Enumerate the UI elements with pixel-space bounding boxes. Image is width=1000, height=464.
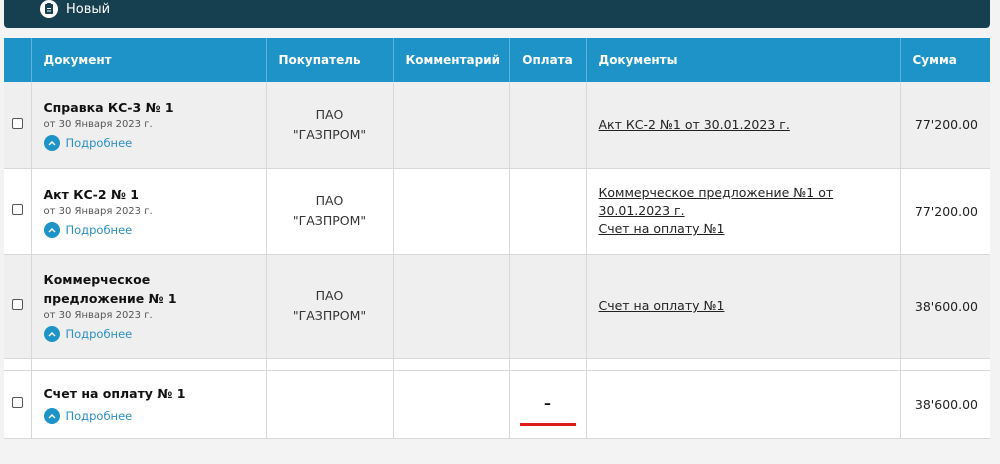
related-docs-cell: Акт КС-2 №1 от 30.01.2023 г. <box>586 82 901 169</box>
row-spacer <box>4 358 990 371</box>
document-cell: Акт КС-2 № 1 от 30 Января 2023 г. Подроб… <box>31 168 267 255</box>
buyer-line-1: ПАО <box>315 288 344 303</box>
document-title[interactable]: Счет на оплату № 1 <box>44 384 254 403</box>
header-buyer[interactable]: Покупатель <box>266 38 394 82</box>
related-docs-cell: Коммерческое предложение №1 от 30.01.202… <box>586 168 901 255</box>
sum-cell: 77'200.00 <box>900 168 990 255</box>
chevron-up-icon <box>43 135 60 152</box>
buyer-cell: ПАО "ГАЗПРОМ" <box>266 254 394 359</box>
payment-status: – <box>544 396 551 412</box>
row-checkbox[interactable] <box>11 117 23 129</box>
document-date: от 30 Января 2023 г. <box>43 310 153 321</box>
header-document[interactable]: Документ <box>31 38 267 82</box>
sum-cell: 77'200.00 <box>900 82 990 169</box>
document-date: от 30 Января 2023 г. <box>43 119 153 131</box>
header-documents[interactable]: Документы <box>586 38 901 82</box>
document-cell: Счет на оплату № 1 Подробнее <box>31 370 267 439</box>
payment-cell: – <box>509 370 587 439</box>
top-toolbar: Новый <box>4 0 990 28</box>
row-checkbox[interactable] <box>11 204 23 215</box>
details-toggle[interactable]: Подробнее <box>43 135 254 152</box>
comment-cell <box>393 82 510 169</box>
buyer-line-1: ПАО <box>315 193 344 208</box>
related-doc-link[interactable]: Счет на оплату №1 <box>599 220 888 238</box>
buyer-cell: ПАО "ГАЗПРОМ" <box>266 168 394 255</box>
table-row: Акт КС-2 № 1 от 30 Января 2023 г. Подроб… <box>4 168 990 255</box>
details-toggle[interactable]: Подробнее <box>43 326 254 342</box>
document-title[interactable]: Акт КС-2 № 1 <box>44 185 254 204</box>
document-title[interactable]: Справка КС-3 № 1 <box>44 98 254 117</box>
comment-cell <box>393 168 510 255</box>
details-label: Подробнее <box>65 327 133 341</box>
table-header-row: Документ Покупатель Комментарий Оплата Д… <box>4 38 990 82</box>
details-label: Подробнее <box>65 222 133 237</box>
highlight-underline <box>519 422 576 426</box>
payment-cell <box>509 82 587 169</box>
row-checkbox[interactable] <box>11 397 23 408</box>
buyer-line-2: "ГАЗПРОМ" <box>292 308 367 323</box>
payment-cell <box>509 254 587 359</box>
details-toggle[interactable]: Подробнее <box>43 221 254 238</box>
buyer-line-2: "ГАЗПРОМ" <box>292 213 367 228</box>
comment-cell <box>393 370 510 439</box>
document-cell: Коммерческое предложение № 1 от 30 Январ… <box>31 254 267 359</box>
buyer-line-2: "ГАЗПРОМ" <box>292 126 367 142</box>
sum-cell: 38'600.00 <box>900 370 990 439</box>
chevron-up-icon <box>43 326 60 342</box>
related-doc-link[interactable]: Коммерческое предложение №1 от 30.01.202… <box>599 184 888 220</box>
table-row: Справка КС-3 № 1 от 30 Января 2023 г. По… <box>4 82 990 169</box>
table-row: Счет на оплату № 1 Подробнее – 38'600.00 <box>4 370 990 439</box>
sum-cell: 38'600.00 <box>900 254 990 359</box>
details-label: Подробнее <box>65 409 133 423</box>
buyer-cell: ПАО "ГАЗПРОМ" <box>266 82 394 169</box>
comment-cell <box>393 254 510 359</box>
header-sum[interactable]: Сумма <box>900 38 990 82</box>
chevron-up-icon <box>43 221 60 238</box>
document-cell: Справка КС-3 № 1 от 30 Января 2023 г. По… <box>31 82 267 169</box>
table-row: Коммерческое предложение № 1 от 30 Январ… <box>4 254 990 359</box>
details-toggle[interactable]: Подробнее <box>43 408 254 424</box>
header-select <box>4 38 32 82</box>
row-checkbox[interactable] <box>11 299 23 310</box>
new-document-button[interactable]: Новый <box>40 0 110 20</box>
related-doc-link[interactable]: Акт КС-2 №1 от 30.01.2023 г. <box>599 116 888 134</box>
related-docs-cell: Счет на оплату №1 <box>586 254 901 359</box>
related-doc-link[interactable]: Счет на оплату №1 <box>599 297 888 315</box>
new-document-label: Новый <box>66 1 111 17</box>
header-comment[interactable]: Комментарий <box>393 38 510 82</box>
buyer-cell <box>266 370 394 439</box>
document-icon <box>40 0 58 18</box>
details-label: Подробнее <box>65 136 133 151</box>
payment-cell <box>509 168 587 255</box>
related-docs-cell <box>586 370 901 439</box>
header-payment[interactable]: Оплата <box>509 38 587 82</box>
document-title[interactable]: Коммерческое предложение № 1 <box>44 270 254 308</box>
document-date: от 30 Января 2023 г. <box>43 205 153 217</box>
documents-table: Документ Покупатель Комментарий Оплата Д… <box>4 38 990 439</box>
chevron-up-icon <box>43 408 60 424</box>
buyer-line-1: ПАО <box>315 106 344 122</box>
